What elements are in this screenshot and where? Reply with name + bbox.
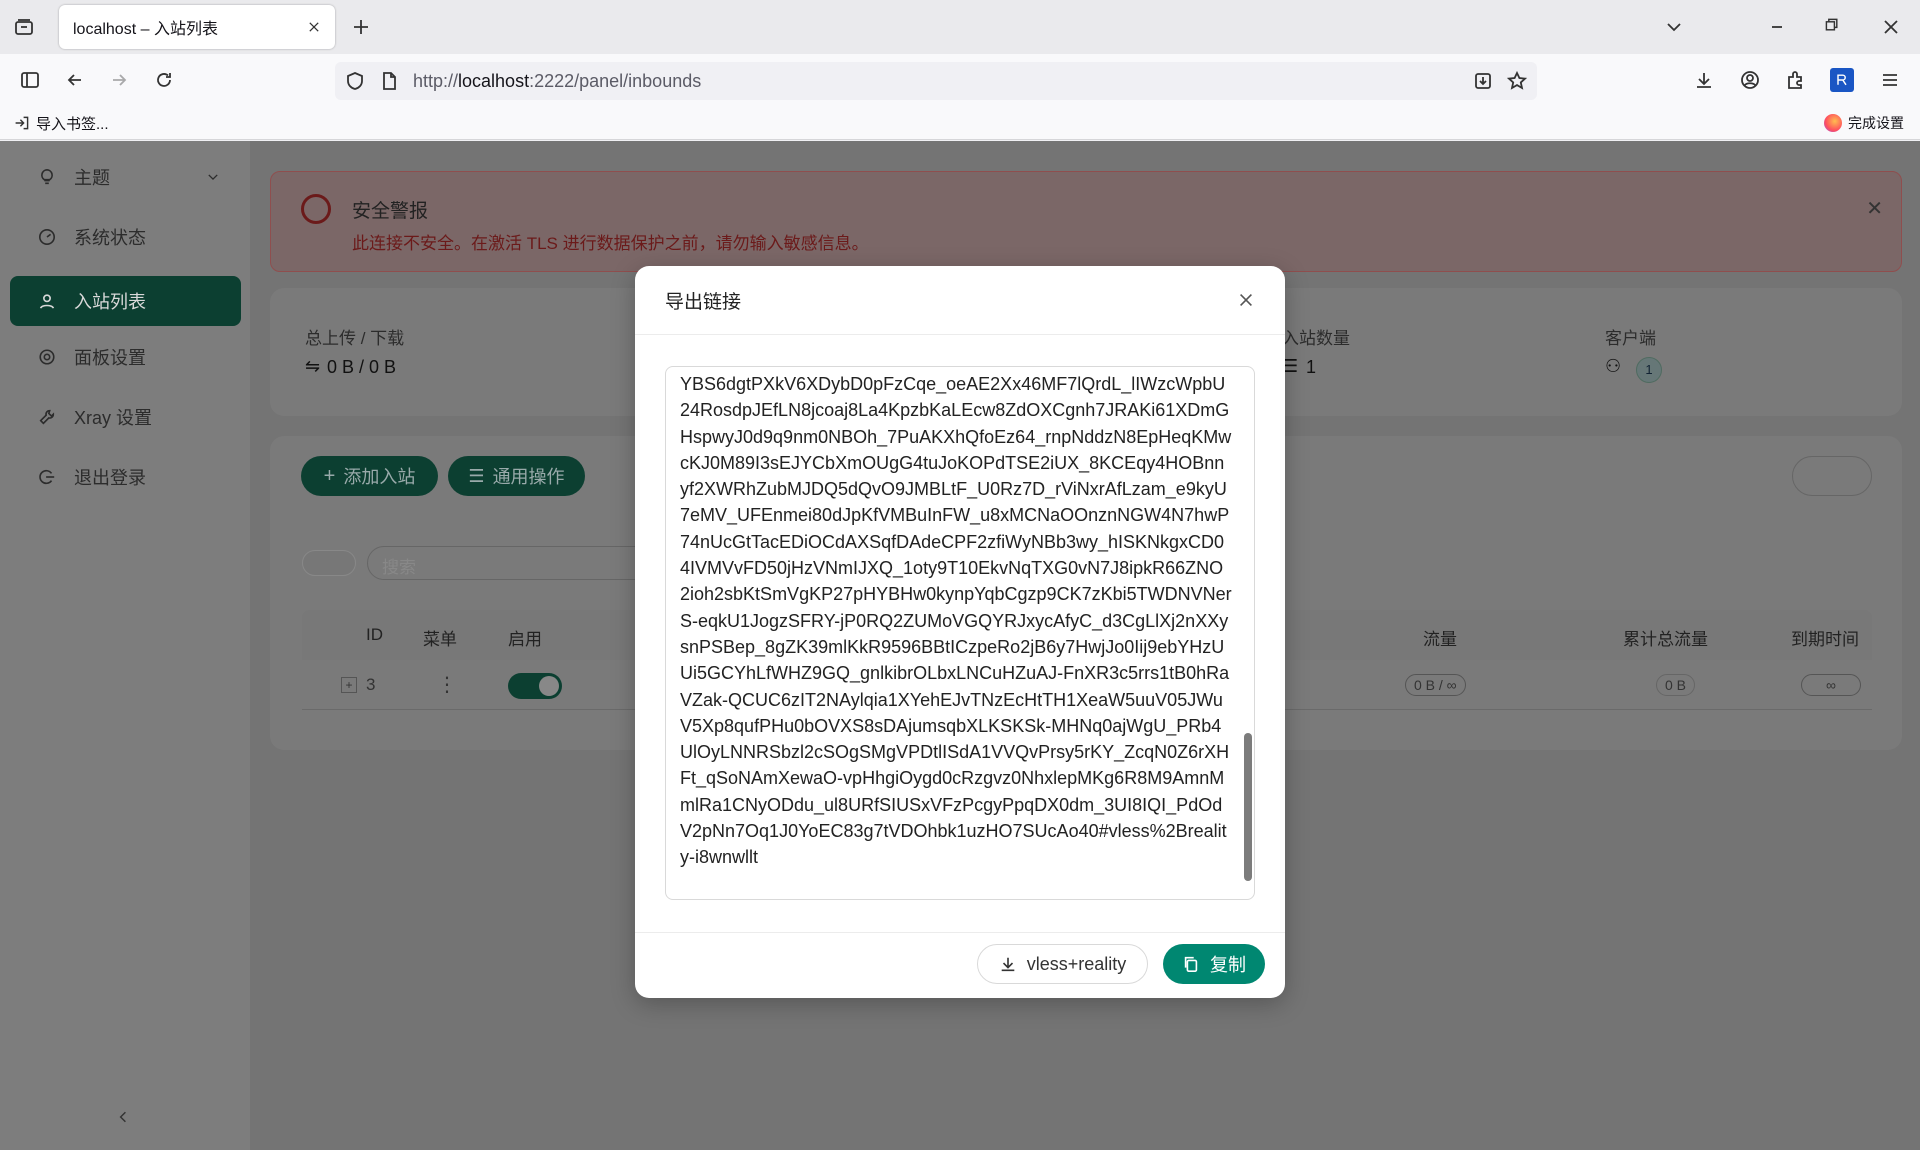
link-text: YBS6dgtPXkV6XDybD0pFzCqe_oeAE2Xx46MF7lQr…	[680, 374, 1232, 868]
finish-setup-link[interactable]: 完成设置	[1848, 113, 1904, 133]
extension-app-icon[interactable]	[1830, 68, 1854, 92]
modal-footer: vless+reality 复制	[635, 932, 1285, 998]
modal-title: 导出链接	[665, 291, 742, 313]
menu-hamburger-icon[interactable]	[1880, 70, 1900, 90]
downloads-icon[interactable]	[1694, 70, 1714, 90]
url-path: :2222/panel/inbounds	[529, 70, 702, 91]
browser-chrome: localhost – 入站列表 http://localhost:2222/p…	[0, 0, 1920, 140]
forward-icon[interactable]	[109, 70, 129, 90]
bookmark-star-icon[interactable]	[1507, 71, 1527, 91]
tab-active[interactable]: localhost – 入站列表	[59, 5, 335, 49]
modal-header: 导出链接	[635, 266, 1285, 335]
tab-overview-icon[interactable]	[14, 17, 34, 37]
url-host: localhost	[458, 70, 530, 91]
import-bookmarks-link[interactable]: 导入书签...	[36, 113, 109, 134]
reload-icon[interactable]	[154, 70, 174, 90]
close-modal-icon[interactable]	[1237, 291, 1255, 309]
bookmarks-toolbar: 导入书签... 完成设置	[0, 108, 1920, 138]
shield-icon[interactable]	[345, 71, 365, 91]
download-icon	[1001, 957, 1015, 972]
copy-icon	[1184, 956, 1198, 973]
tab-list-chevron-icon[interactable]	[1664, 17, 1684, 37]
tab-title: localhost – 入站列表	[73, 21, 218, 38]
firefox-logo-icon	[1824, 114, 1842, 132]
export-links-modal: 导出链接 YBS6dgtPXkV6XDybD0pFzCqe_oeAE2Xx46M…	[635, 266, 1285, 998]
restore-icon[interactable]	[1824, 17, 1840, 33]
link-textarea[interactable]: YBS6dgtPXkV6XDybD0pFzCqe_oeAE2Xx46MF7lQr…	[665, 366, 1255, 900]
download-label: vless+reality	[1026, 953, 1127, 974]
textarea-scrollbar[interactable]	[1244, 733, 1252, 881]
url-prefix: http://	[413, 70, 459, 91]
import-bookmarks-icon[interactable]	[14, 115, 30, 131]
minimize-icon[interactable]	[1767, 17, 1787, 37]
address-bar[interactable]: http://localhost:2222/panel/inbounds	[335, 62, 1537, 100]
new-tab-icon[interactable]	[351, 17, 371, 37]
tab-strip: localhost – 入站列表	[0, 0, 1920, 54]
download-button[interactable]: vless+reality	[977, 944, 1148, 984]
account-icon[interactable]	[1740, 70, 1760, 90]
extensions-icon[interactable]	[1785, 70, 1805, 90]
copy-label: 复制	[1210, 955, 1246, 975]
back-icon[interactable]	[65, 70, 85, 90]
close-tab-icon[interactable]	[307, 20, 321, 34]
close-window-icon[interactable]	[1881, 17, 1901, 37]
save-to-pocket-icon[interactable]	[1473, 71, 1493, 91]
page-icon[interactable]	[379, 71, 399, 91]
copy-button[interactable]: 复制	[1163, 944, 1265, 984]
sidebar-toggle-icon[interactable]	[20, 70, 40, 90]
url-text[interactable]: http://localhost:2222/panel/inbounds	[413, 71, 1473, 92]
